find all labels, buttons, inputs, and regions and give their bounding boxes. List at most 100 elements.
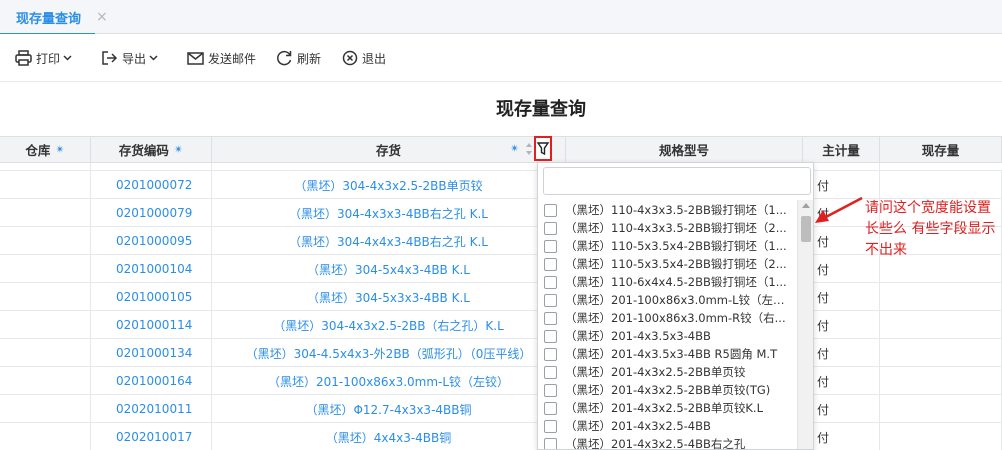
- filter-option[interactable]: （黑坯）201-4x3x2.5-4BB: [538, 417, 800, 435]
- table-row[interactable]: 0201000104 （黑坯）304-5x4x3-4BB K.L 付: [0, 255, 1002, 283]
- filter-option[interactable]: （黑坯）201-4x3.5x3-4BB: [538, 327, 800, 345]
- filter-option[interactable]: （黑坯）201-4x3x2.5-2BB单页铰: [538, 363, 800, 381]
- cell-code[interactable]: 0201000164: [91, 367, 212, 395]
- cell-item[interactable]: （黑坯）Φ12.7-4x3x3-4BB铜: [212, 395, 566, 423]
- filter-option[interactable]: （黑坯）201-4x3x2.5-4BB右之孔: [538, 435, 800, 450]
- column-header-unit[interactable]: 主计量: [803, 136, 880, 163]
- checkbox[interactable]: [544, 239, 557, 253]
- checkbox[interactable]: [544, 221, 557, 235]
- table-row[interactable]: 0202010011 （黑坯）Φ12.7-4x3x3-4BB铜 付: [0, 395, 1002, 423]
- table-row[interactable]: 0201000095 （黑坯）304-4x4x3-4BB右之孔 K.L 付: [0, 227, 1002, 255]
- cell-code[interactable]: 0201000134: [91, 339, 212, 367]
- table-row[interactable]: 0202010017 （黑坯）4x4x3-4BB铜 付: [0, 423, 1002, 450]
- table-row[interactable]: 0201000105 （黑坯）304-5x3x3-4BB K.L 付: [0, 283, 1002, 311]
- table-row[interactable]: 0201000164 （黑坯）201-100x86x3.0mm-L铰（左铰） 付: [0, 367, 1002, 395]
- cell-warehouse: [0, 199, 91, 227]
- tab-close-icon[interactable]: ×: [96, 9, 108, 25]
- cell-code[interactable]: 0201000105: [91, 283, 212, 311]
- cell-item[interactable]: （黑坯）304-5x4x3-4BB K.L: [212, 255, 566, 283]
- filter-option[interactable]: （黑坯）201-4x3.5x3-4BB R5圆角 M.T: [538, 345, 800, 363]
- checkbox[interactable]: [544, 329, 557, 343]
- filter-option[interactable]: （黑坯）110-5x3.5x4-2BB锻打铜坯（2...: [538, 255, 800, 273]
- filter-option-label: （黑坯）201-4x3x2.5-4BB右之孔: [565, 437, 746, 450]
- cell-unit: 付: [803, 283, 880, 311]
- cell-qty: [880, 367, 1002, 395]
- cell-item[interactable]: （黑坯）4x4x3-4BB铜: [212, 423, 566, 450]
- cell-item[interactable]: （黑坯）304-4.5x4x3-外2BB（弧形孔）（0压平线）: [212, 339, 566, 367]
- checkbox[interactable]: [544, 401, 557, 415]
- table-row[interactable]: 0201000134 （黑坯）304-4.5x4x3-外2BB（弧形孔）（0压平线…: [0, 339, 1002, 367]
- scrollbar[interactable]: [797, 200, 813, 449]
- column-header-code[interactable]: 存货编码 ✴: [91, 136, 212, 163]
- filter-option[interactable]: （黑坯）201-100x86x3.0mm-R铰（右...: [538, 309, 800, 327]
- filter-option[interactable]: （黑坯）110-5x3.5x4-2BB锻打铜坯（1...: [538, 237, 800, 255]
- filter-option[interactable]: （黑坯）110-6x4x4.5-2BB锻打铜坯（1...: [538, 273, 800, 291]
- filter-option-label: （黑坯）201-4x3x2.5-2BB单页铰K.L: [565, 401, 763, 415]
- filter-option[interactable]: （黑坯）110-4x3x3.5-2BB锻打铜坯（1...: [538, 201, 800, 219]
- filter-option[interactable]: （黑坯）201-4x3x2.5-2BB单页铰(TG): [538, 381, 800, 399]
- checkbox[interactable]: [544, 311, 557, 325]
- cell-code[interactable]: 0201000072: [91, 171, 212, 199]
- cell-item[interactable]: （黑坯）304-4x3x2.5-2BB（右之孔）K.L: [212, 311, 566, 339]
- table-row[interactable]: 0201000114 （黑坯）304-4x3x2.5-2BB（右之孔）K.L 付: [0, 311, 1002, 339]
- cell-code[interactable]: 0201000104: [91, 255, 212, 283]
- tab-inventory-query[interactable]: 现存量查询 ×: [0, 0, 122, 35]
- cell-code[interactable]: 0201000114: [91, 311, 212, 339]
- filter-option-label: （黑坯）201-100x86x3.0mm-R铰（右...: [565, 311, 786, 325]
- scroll-up-arrow-icon[interactable]: [802, 203, 810, 208]
- cell-code[interactable]: 0202010011: [91, 395, 212, 423]
- tab-bar: 现存量查询 ×: [0, 0, 1002, 35]
- print-button[interactable]: 打印: [15, 34, 76, 82]
- refresh-label: 刷新: [297, 51, 322, 66]
- exit-label: 退出: [362, 51, 387, 66]
- filter-button[interactable]: [534, 136, 552, 161]
- cell-code[interactable]: 0201000095: [91, 227, 212, 255]
- filter-option-label: （黑坯）201-4x3.5x3-4BB: [565, 329, 711, 343]
- export-button[interactable]: 导出: [101, 34, 162, 82]
- chevron-down-icon: [149, 55, 158, 61]
- sort-icon[interactable]: [525, 142, 533, 156]
- column-header-spec[interactable]: 规格型号: [566, 136, 803, 163]
- pin-icon[interactable]: ✴: [174, 143, 183, 156]
- exit-button[interactable]: 退出: [342, 34, 386, 82]
- column-header-qty[interactable]: 现存量: [880, 136, 1002, 163]
- checkbox[interactable]: [544, 437, 557, 449]
- print-label: 打印: [36, 51, 61, 66]
- filter-search-input[interactable]: [543, 167, 811, 195]
- cell-item[interactable]: （黑坯）304-4x3x3-4BB右之孔 K.L: [212, 199, 566, 227]
- cell-item[interactable]: （黑坯）304-5x3x3-4BB K.L: [212, 283, 566, 311]
- checkbox[interactable]: [544, 419, 557, 433]
- annotation-note: 请问这个宽度能设置长些么 有些字段显示不出来: [865, 200, 996, 258]
- scrollbar-thumb[interactable]: [801, 216, 811, 242]
- checkbox[interactable]: [544, 257, 557, 271]
- checkbox[interactable]: [544, 203, 557, 217]
- filter-option[interactable]: （黑坯）201-100x86x3.0mm-L铰（左铰...: [538, 291, 800, 309]
- filter-option[interactable]: （黑坯）201-4x3x2.5-2BB单页铰K.L: [538, 399, 800, 417]
- filter-option-label: （黑坯）201-100x86x3.0mm-L铰（左铰...: [565, 293, 793, 307]
- pin-icon[interactable]: ✴: [510, 142, 519, 155]
- cell-qty: [880, 423, 1002, 450]
- checkbox[interactable]: [544, 365, 557, 379]
- send-email-button[interactable]: 发送邮件: [187, 34, 256, 82]
- filter-option-label: （黑坯）110-5x3.5x4-2BB锻打铜坯（1...: [565, 239, 787, 253]
- filter-option-label: （黑坯）201-4x3x2.5-2BB单页铰(TG): [565, 383, 771, 397]
- cell-code[interactable]: 0201000079: [91, 199, 212, 227]
- checkbox[interactable]: [544, 383, 557, 397]
- cell-item[interactable]: （黑坯）304-4x4x3-4BB右之孔 K.L: [212, 227, 566, 255]
- cell-unit: 付: [803, 423, 880, 450]
- cell-warehouse: [0, 255, 91, 283]
- filter-option[interactable]: （黑坯）110-4x3x3.5-2BB锻打铜坯（2...: [538, 219, 800, 237]
- pin-icon[interactable]: ✴: [55, 143, 64, 156]
- checkbox[interactable]: [544, 347, 557, 361]
- table-row[interactable]: 0201000072 （黑坯）304-4x3x2.5-2BB单页铰 付: [0, 171, 1002, 199]
- cell-item[interactable]: （黑坯）201-100x86x3.0mm-L铰（左铰）: [212, 367, 566, 395]
- checkbox[interactable]: [544, 293, 557, 307]
- annotation-arrow-icon: [815, 196, 863, 223]
- table-row-partial: [0, 163, 1002, 171]
- refresh-button[interactable]: 刷新: [276, 34, 321, 82]
- cell-item[interactable]: （黑坯）304-4x3x2.5-2BB单页铰: [212, 171, 566, 199]
- column-header-warehouse[interactable]: 仓库 ✴: [0, 136, 91, 163]
- refresh-icon: [277, 50, 292, 66]
- cell-code[interactable]: 0202010017: [91, 423, 212, 450]
- checkbox[interactable]: [544, 275, 557, 289]
